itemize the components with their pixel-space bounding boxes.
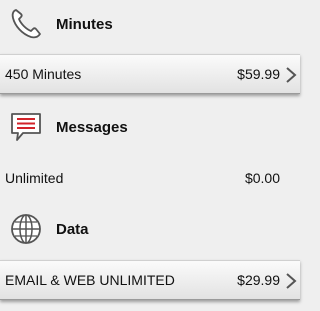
section-title-messages: Messages bbox=[56, 118, 128, 136]
minutes-plan-row[interactable]: 450 Minutes $59.99 bbox=[0, 54, 300, 94]
message-icon bbox=[6, 107, 46, 147]
section-title-minutes: Minutes bbox=[56, 15, 113, 33]
minutes-plan-price: $59.99 bbox=[237, 66, 280, 82]
section-header-data: Data bbox=[0, 205, 300, 253]
chevron-right-icon bbox=[286, 67, 297, 83]
minutes-plan-label: 450 Minutes bbox=[5, 66, 82, 82]
messages-plan-price: $0.00 bbox=[244, 170, 280, 186]
data-plan-price: $29.99 bbox=[237, 272, 280, 288]
section-header-minutes: Minutes bbox=[0, 0, 300, 48]
data-plan-label: EMAIL & WEB UNLIMITED bbox=[5, 272, 175, 288]
messages-plan-row: Unlimited $0.00 bbox=[0, 158, 300, 198]
section-header-messages: Messages bbox=[0, 103, 300, 151]
phone-icon bbox=[6, 4, 46, 44]
globe-icon bbox=[6, 209, 46, 249]
messages-plan-label: Unlimited bbox=[5, 170, 64, 186]
data-plan-row[interactable]: EMAIL & WEB UNLIMITED $29.99 bbox=[0, 260, 300, 300]
section-title-data: Data bbox=[56, 220, 89, 238]
chevron-right-icon bbox=[286, 273, 297, 289]
